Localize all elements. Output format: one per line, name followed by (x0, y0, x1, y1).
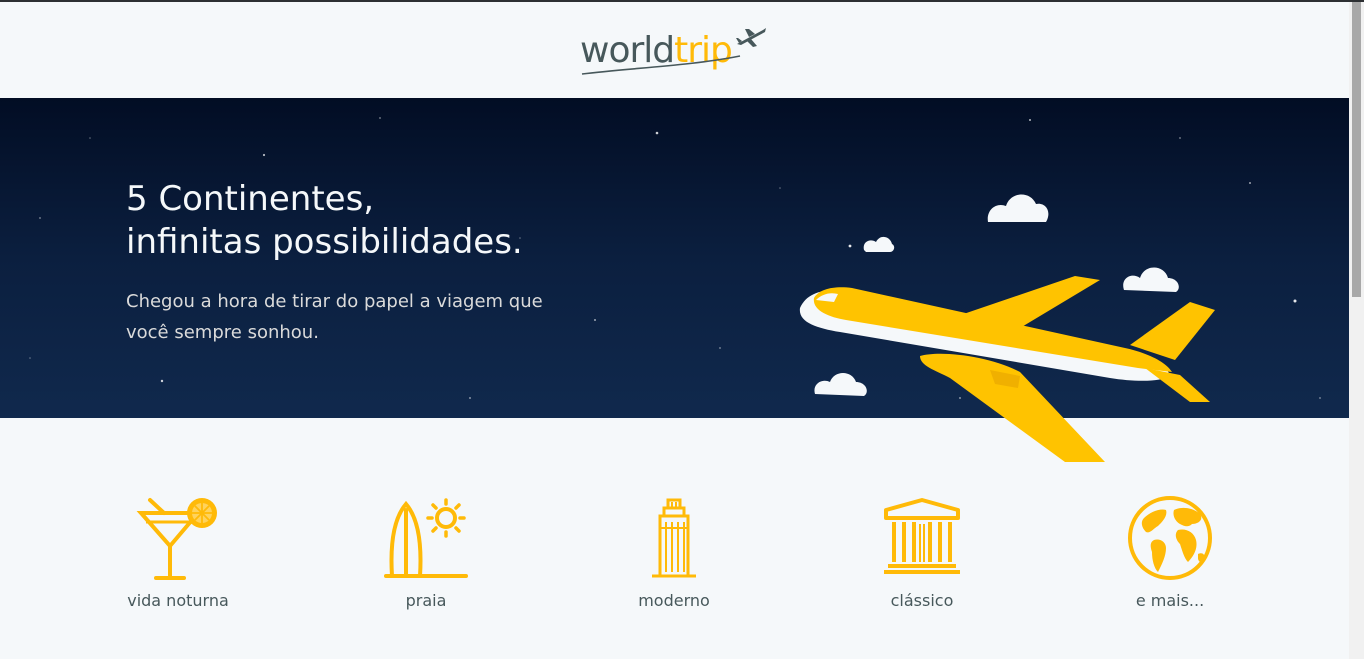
travel-type-e-mais[interactable]: e mais... (1090, 496, 1250, 616)
hero-title: 5 Continentes, infinitas possibilidades. (126, 178, 686, 264)
plane-logo-icon (736, 28, 766, 47)
hero-subtitle: Chegou a hora de tirar do papel a viagem… (126, 286, 626, 348)
hero-title-line2: infinitas possibilidades. (126, 222, 523, 262)
travel-type-label: vida noturna (127, 591, 229, 610)
logo[interactable]: worldtrip (580, 26, 770, 76)
travel-type-label: e mais... (1135, 591, 1205, 610)
page: worldtrip 5 Continentes, infinitas possi… (0, 0, 1364, 659)
logo-swoosh-icon (581, 55, 741, 75)
scrollbar[interactable] (1349, 2, 1364, 659)
museum-icon (884, 498, 960, 574)
hero-title-line1: 5 Continentes, (126, 179, 375, 219)
header: worldtrip (0, 2, 1349, 98)
travel-type-moderno[interactable]: moderno (594, 496, 754, 616)
travel-type-label: moderno (638, 591, 710, 610)
travel-types: vida noturna praia moderno clássico e ma… (0, 418, 1349, 659)
hero-subtitle-line1: Chegou a hora de tirar do papel a viagem… (126, 291, 543, 312)
travel-type-classico[interactable]: clássico (842, 496, 1002, 616)
earth-icon (1128, 496, 1212, 580)
travel-type-vida-noturna[interactable]: vida noturna (98, 496, 258, 616)
cocktail-icon (136, 498, 217, 580)
hero-subtitle-line2: você sempre sonhou. (126, 322, 319, 343)
travel-type-label: praia (405, 591, 447, 610)
surf-icon (384, 498, 468, 578)
travel-type-praia[interactable]: praia (346, 496, 506, 616)
building-icon (652, 498, 696, 578)
travel-type-label: clássico (890, 591, 954, 610)
scrollbar-thumb[interactable] (1352, 2, 1361, 297)
